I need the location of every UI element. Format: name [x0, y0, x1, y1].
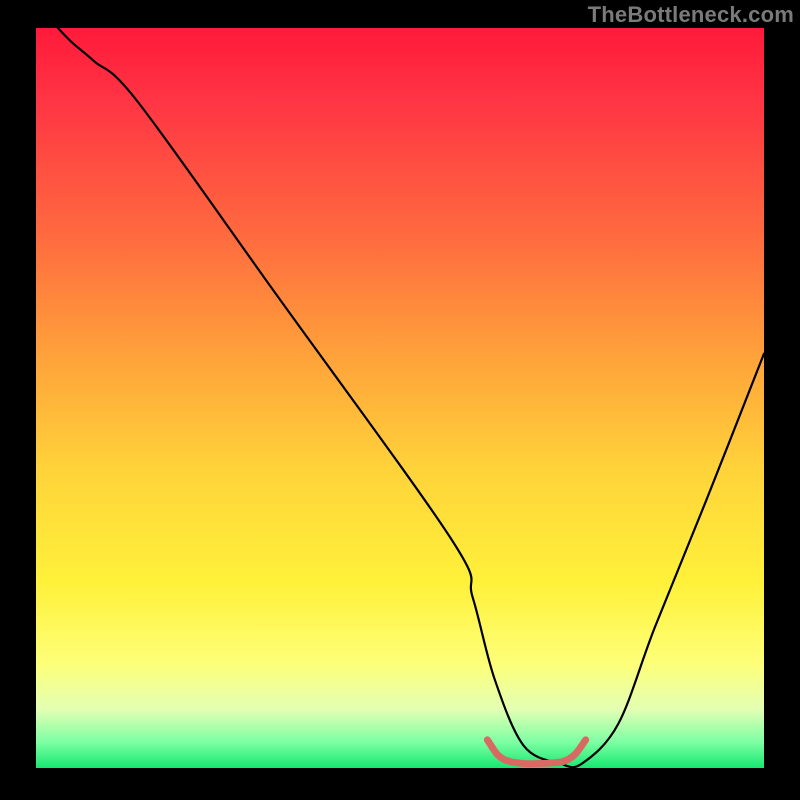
- chart-frame: TheBottleneck.com: [0, 0, 800, 800]
- plot-area: [36, 28, 764, 768]
- main-curve-path: [58, 28, 764, 767]
- trough-highlight-path: [487, 740, 585, 764]
- watermark-label: TheBottleneck.com: [588, 2, 794, 28]
- curve-layer: [36, 28, 764, 768]
